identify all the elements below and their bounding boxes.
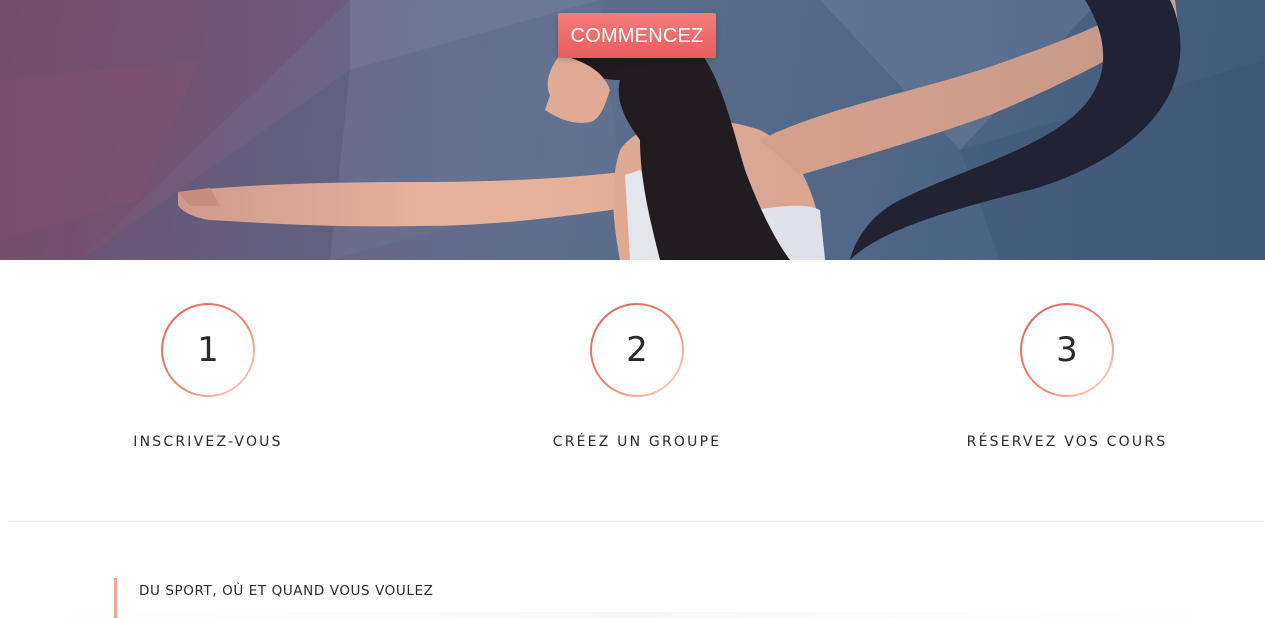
step-label: CRÉEZ UN GROUPE — [552, 434, 722, 450]
section-fade — [30, 612, 1230, 618]
step-2-circle: 2 — [589, 302, 685, 398]
hero-banner: COMMENCEZ — [0, 0, 1265, 260]
step-1: 1 INSCRIVEZ-VOUS — [78, 302, 338, 450]
step-number: 3 — [1056, 330, 1078, 370]
step-1-circle: 1 — [160, 302, 256, 398]
step-2: 2 CRÉEZ UN GROUPE — [507, 302, 767, 450]
start-button[interactable]: COMMENCEZ — [558, 13, 716, 58]
step-3: 3 RÉSERVEZ VOS COURS — [937, 302, 1197, 450]
step-number: 2 — [626, 330, 648, 370]
step-label: RÉSERVEZ VOS COURS — [966, 434, 1168, 450]
step-number: 1 — [197, 330, 219, 370]
step-3-circle: 3 — [1019, 302, 1115, 398]
section-divider — [8, 521, 1263, 522]
step-label: INSCRIVEZ-VOUS — [133, 434, 283, 450]
tagline-heading: DU SPORT, OÙ ET QUAND VOUS VOULEZ — [139, 583, 434, 599]
